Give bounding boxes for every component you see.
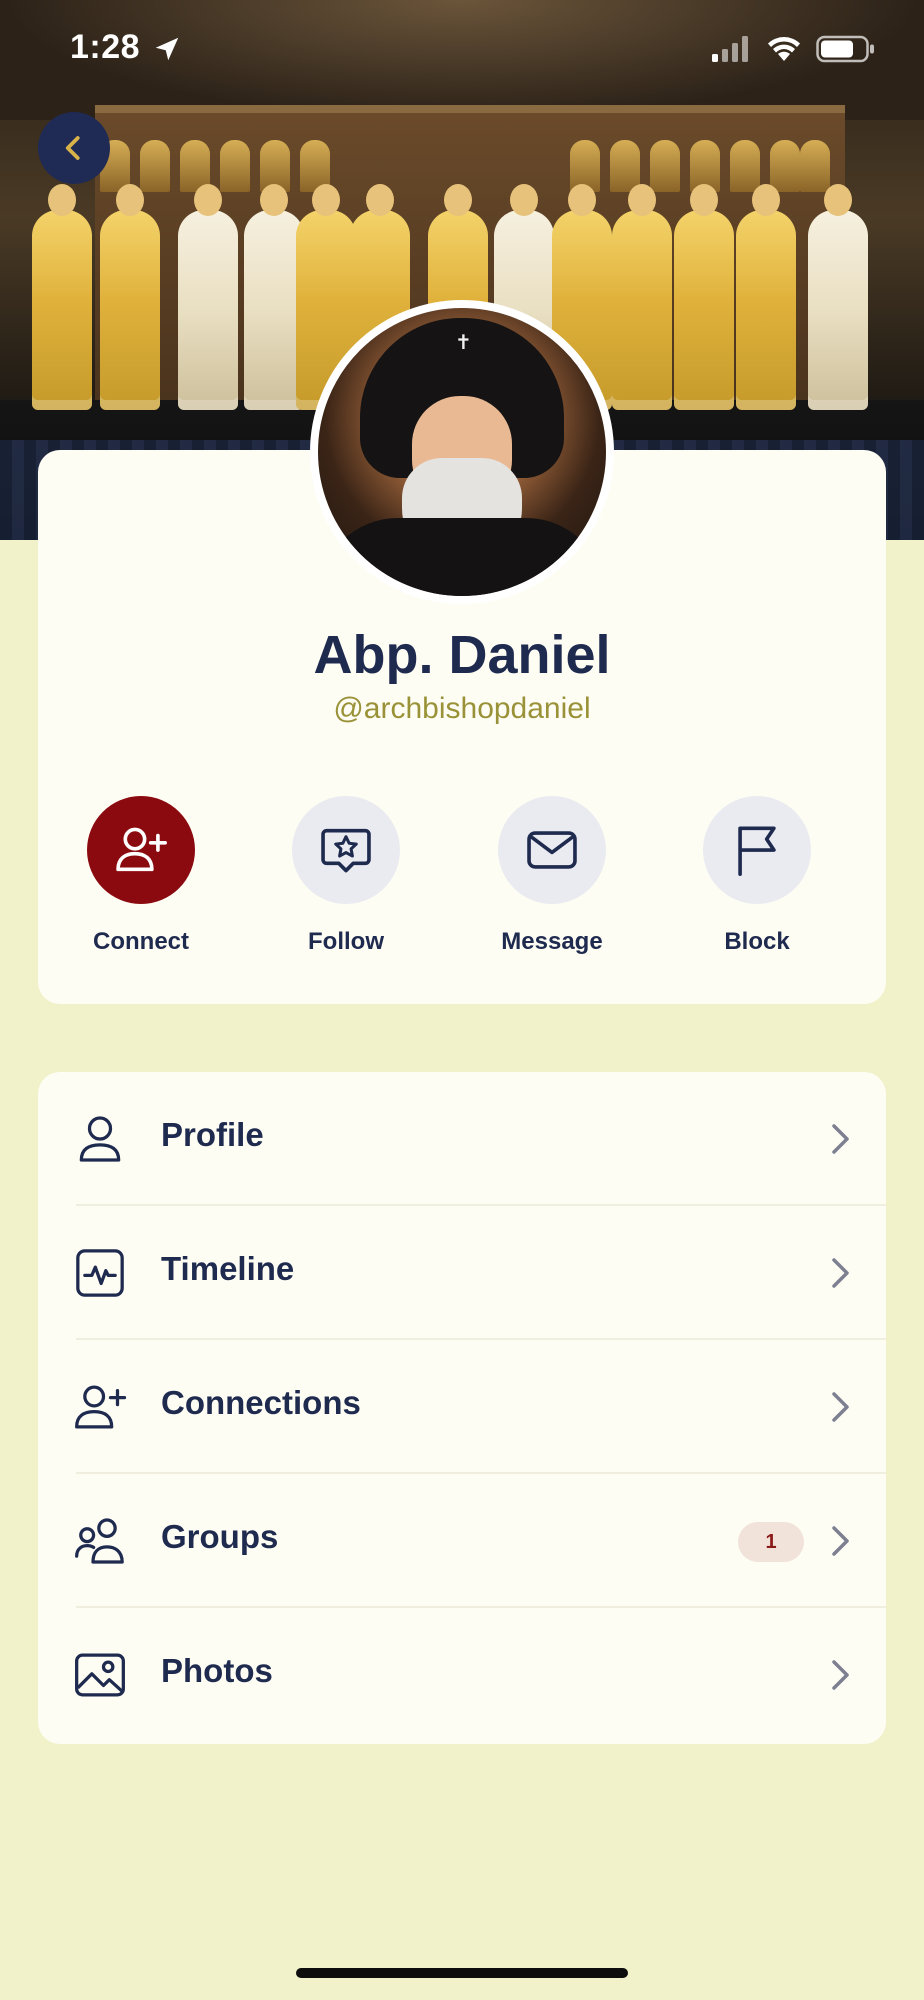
add-user-icon: [116, 827, 167, 872]
cover-clergy-figure: [674, 184, 734, 410]
envelope-icon: [527, 831, 577, 869]
chevron-right-icon: [832, 1392, 849, 1422]
cover-clergy-figure: [244, 184, 304, 410]
cover-icon-panel: [650, 140, 680, 192]
location-arrow-icon: [155, 37, 179, 61]
cover-icon-panel: [220, 140, 250, 192]
cover-clergy-figure: [178, 184, 238, 410]
menu-item-timeline[interactable]: Timeline: [38, 1206, 886, 1340]
profile-handle: @archbishopdaniel: [333, 692, 591, 725]
chevron-right-icon: [832, 1526, 849, 1556]
follow-button[interactable]: Follow: [243, 796, 449, 966]
menu-item-connections[interactable]: Connections: [38, 1340, 886, 1474]
profile-actions: Connect Follow Message Block: [38, 796, 886, 966]
connect-label: Connect: [93, 928, 189, 955]
person-icon: [79, 1116, 121, 1162]
cover-icon-panel: [800, 140, 830, 192]
profile-menu: Profile Timeline Connections Groups 1 Ph…: [38, 1072, 886, 1744]
star-message-icon: [321, 828, 371, 873]
menu-label: Photos: [161, 1652, 273, 1689]
menu-label: Timeline: [161, 1250, 295, 1287]
avatar[interactable]: ✝: [310, 300, 614, 604]
block-button[interactable]: Block: [654, 796, 860, 966]
cover-icon-panel: [730, 140, 760, 192]
cover-clergy-figure: [100, 184, 160, 410]
groups-count-badge: 1: [738, 1522, 804, 1562]
cover-clergy-figure: [808, 184, 868, 410]
cellular-signal-icon: [712, 36, 748, 62]
cross-icon: ✝: [455, 332, 472, 354]
cover-icon-panel: [140, 140, 170, 192]
message-button-circle[interactable]: [498, 796, 606, 904]
block-label: Block: [724, 928, 790, 955]
cover-icon-panel: [770, 140, 800, 192]
cover-clergy-figure: [32, 184, 92, 410]
menu-label: Groups: [161, 1518, 279, 1555]
cover-clergy-figure: [612, 184, 672, 410]
status-time: 1:28: [70, 28, 141, 66]
chevron-right-icon: [832, 1124, 849, 1154]
back-button[interactable]: [38, 112, 110, 184]
cover-icon-panel: [610, 140, 640, 192]
group-icon: [75, 1518, 124, 1564]
wifi-icon: [768, 37, 800, 61]
activity-icon: [76, 1249, 124, 1297]
status-bar: 1:28: [0, 0, 924, 100]
menu-item-profile[interactable]: Profile: [38, 1072, 886, 1206]
chevron-left-icon: [65, 136, 80, 160]
menu-label: Profile: [161, 1116, 264, 1153]
menu-item-photos[interactable]: Photos: [38, 1608, 886, 1742]
chevron-right-icon: [832, 1258, 849, 1288]
chevron-right-icon: [832, 1660, 849, 1690]
follow-button-circle[interactable]: [292, 796, 400, 904]
profile-name: Abp. Daniel: [313, 625, 611, 685]
message-button[interactable]: Message: [449, 796, 655, 966]
connect-button-circle[interactable]: [87, 796, 195, 904]
follow-label: Follow: [308, 928, 384, 955]
image-icon: [75, 1653, 125, 1697]
add-user-icon: [75, 1385, 127, 1429]
message-label: Message: [501, 928, 603, 955]
connect-button[interactable]: Connect: [38, 796, 244, 966]
cover-clergy-figure: [736, 184, 796, 410]
home-indicator[interactable]: [296, 1968, 628, 1978]
menu-item-groups[interactable]: Groups 1: [38, 1474, 886, 1608]
battery-icon: [816, 35, 874, 63]
block-button-circle[interactable]: [703, 796, 811, 904]
flag-icon: [738, 826, 776, 876]
menu-label: Connections: [161, 1384, 361, 1421]
